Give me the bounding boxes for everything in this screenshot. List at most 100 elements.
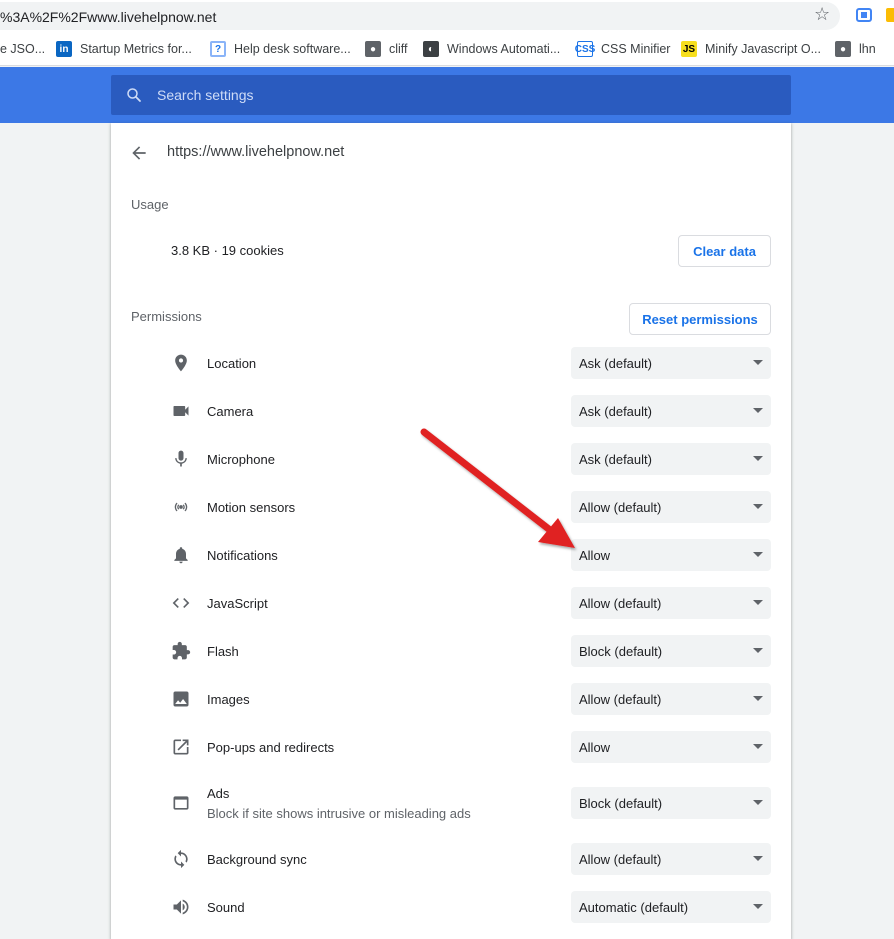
bookmark-label: Windows Automati... [447,42,561,56]
select-value: Allow (default) [579,692,662,707]
permission-label: Notifications [207,548,278,563]
permission-row-flash: Flash Block (default) [111,627,791,675]
dropdown-caret-icon [753,456,763,461]
select-value: Block (default) [579,796,663,811]
select-value: Block (default) [579,644,663,659]
dropdown-caret-icon [753,552,763,557]
flash-permission-select[interactable]: Block (default) [571,635,771,667]
settings-header [0,67,894,123]
address-text[interactable]: %3A%2F%2Fwww.livehelpnow.net [0,9,216,25]
dropdown-caret-icon [753,744,763,749]
permission-label: Microphone [207,452,275,467]
bookmark-label: Help desk software... [234,42,351,56]
site-url-title: https://www.livehelpnow.net [167,144,345,160]
globe-icon: ● [835,41,851,57]
helpdesk-icon: ? [210,41,226,57]
bookmark-label: Minify Javascript O... [705,42,821,56]
bookmark-item[interactable]: ● cliff [365,40,408,58]
bell-icon [171,545,191,565]
permission-row-javascript: JavaScript Allow (default) [111,579,791,627]
motion-sensors-permission-select[interactable]: Allow (default) [571,491,771,523]
permission-row-microphone: Microphone Ask (default) [111,435,791,483]
select-value: Ask (default) [579,452,652,467]
ad-window-icon [171,793,191,813]
popups-permission-select[interactable]: Allow [571,731,771,763]
search-icon [127,88,141,102]
dropdown-caret-icon [753,600,763,605]
windows-automation-icon: ◐ [423,41,439,57]
permission-label: Motion sensors [207,500,296,515]
images-permission-select[interactable]: Allow (default) [571,683,771,715]
js-icon: JS [681,41,697,57]
bookmark-label: e JSO... [0,42,46,56]
select-value: Ask (default) [579,404,652,419]
microphone-permission-select[interactable]: Ask (default) [571,443,771,475]
dropdown-caret-icon [753,904,763,909]
select-value: Ask (default) [579,356,652,371]
address-bar-strip: %3A%2F%2Fwww.livehelpnow.net ☆ [0,0,894,32]
search-box[interactable] [111,75,791,115]
omnibox[interactable]: %3A%2F%2Fwww.livehelpnow.net [0,2,840,30]
back-arrow-icon[interactable] [129,143,149,163]
css-icon: CSS [575,41,595,57]
ads-permission-select[interactable]: Block (default) [571,787,771,819]
select-value: Allow (default) [579,852,662,867]
select-value: Allow (default) [579,500,662,515]
permissions-section-label: Permissions [131,309,202,324]
permission-row-popups: Pop-ups and redirects Allow [111,723,791,771]
bookmark-item[interactable]: CSS CSS Minifier [575,40,670,58]
clear-data-button[interactable]: Clear data [678,235,771,267]
permission-label: Location [207,356,257,371]
image-icon [171,689,191,709]
dropdown-caret-icon [753,648,763,653]
permission-row-background-sync: Background sync Allow (default) [111,835,791,883]
permission-row-sound: Sound Automatic (default) [111,883,791,931]
microphone-icon [171,449,191,469]
permission-label: Flash [207,644,239,659]
bookmark-label: cliff [389,42,408,56]
permission-row-notifications: Notifications Allow [111,531,791,579]
motion-sensors-icon [171,497,191,517]
permission-label: Pop-ups and redirects [207,740,335,755]
permission-row-camera: Camera Ask (default) [111,387,791,435]
background-sync-permission-select[interactable]: Allow (default) [571,843,771,875]
bookmarks-bar: e JSO... in Startup Metrics for... ? Hel… [0,32,894,66]
bookmark-item[interactable]: in Startup Metrics for... [56,40,192,58]
dropdown-caret-icon [753,800,763,805]
permission-label: Camera [207,404,254,419]
permission-sublabel: Block if site shows intrusive or mislead… [207,806,471,821]
globe-icon: ● [365,41,381,57]
select-value: Allow (default) [579,596,662,611]
linkedin-icon: in [56,41,72,57]
speaker-icon [171,897,191,917]
open-in-new-icon [171,737,191,757]
star-bookmark-icon[interactable]: ☆ [814,5,830,23]
camera-permission-select[interactable]: Ask (default) [571,395,771,427]
extension-icon[interactable] [856,8,872,22]
permission-row-images: Images Allow (default) [111,675,791,723]
bookmark-item[interactable]: ? Help desk software... [210,40,351,58]
bookmark-item[interactable]: ● lhn [835,40,876,58]
select-value: Automatic (default) [579,900,689,915]
bookmark-label: Startup Metrics for... [80,42,192,56]
bookmark-item[interactable]: e JSO... [0,40,45,58]
dropdown-caret-icon [753,856,763,861]
dropdown-caret-icon [753,360,763,365]
javascript-permission-select[interactable]: Allow (default) [571,587,771,619]
extension-icon-2[interactable] [886,8,894,22]
bookmark-label: lhn [859,42,876,56]
permission-row-motion-sensors: Motion sensors Allow (default) [111,483,791,531]
bookmark-item[interactable]: ◐ Windows Automati... [423,40,560,58]
permission-label: JavaScript [207,596,268,611]
code-brackets-icon [171,593,191,613]
location-permission-select[interactable]: Ask (default) [571,347,771,379]
bookmark-item[interactable]: JS Minify Javascript O... [681,40,821,58]
location-pin-icon [171,353,191,373]
sync-icon [171,849,191,869]
usage-summary: 3.8 KB · 19 cookies [171,243,284,258]
permission-label: Sound [207,900,245,915]
sound-permission-select[interactable]: Automatic (default) [571,891,771,923]
reset-permissions-button[interactable]: Reset permissions [629,303,771,335]
notifications-permission-select[interactable]: Allow [571,539,771,571]
search-input[interactable] [157,75,757,115]
